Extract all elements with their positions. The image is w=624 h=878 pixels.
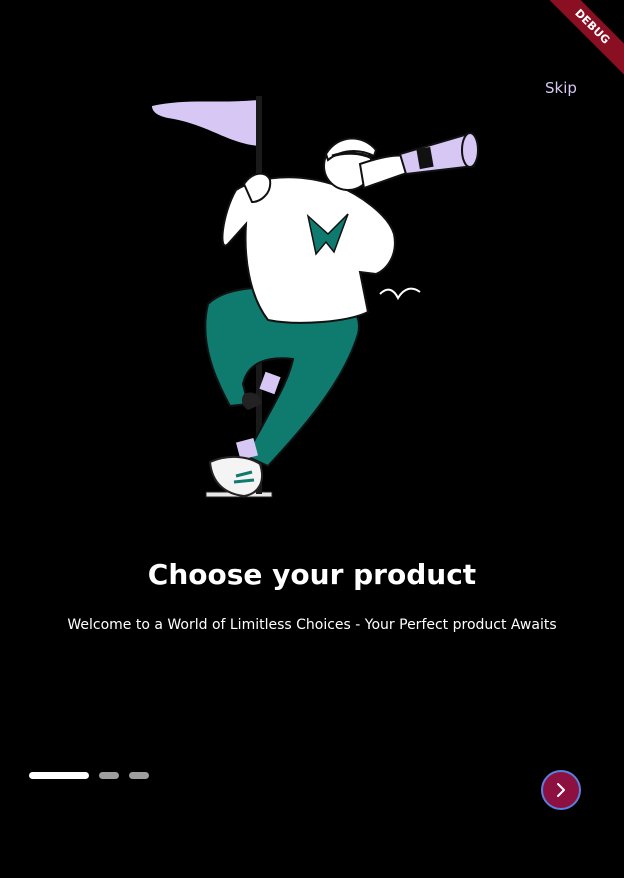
- onboarding-title: Choose your product: [147, 558, 477, 591]
- next-button[interactable]: [541, 770, 581, 810]
- page-dot-2[interactable]: [99, 771, 119, 779]
- page-indicator: [29, 771, 149, 779]
- onboarding-subtitle: Welcome to a World of Limitless Choices …: [67, 617, 557, 633]
- page-dot-3[interactable]: [129, 771, 149, 779]
- onboarding-illustration: [152, 96, 479, 498]
- chevron-right-icon: [557, 783, 565, 797]
- page-dot-1[interactable]: [29, 771, 89, 779]
- debug-banner-label: DEBUG: [544, 0, 624, 78]
- skip-button[interactable]: Skip: [545, 79, 577, 97]
- debug-banner: DEBUG: [544, 0, 624, 80]
